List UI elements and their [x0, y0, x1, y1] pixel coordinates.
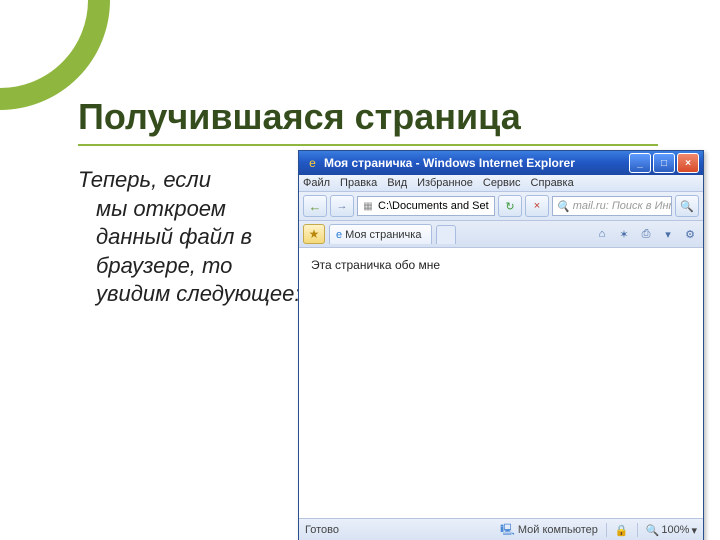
computer-icon: 🖳: [500, 521, 515, 540]
forward-button[interactable]: →: [330, 195, 354, 217]
slide-body: Теперь, если мы откроем данный файл в бр…: [78, 166, 308, 309]
address-text: C:\Documents and Set: [378, 200, 489, 212]
close-button[interactable]: ×: [677, 153, 699, 173]
refresh-button[interactable]: ↻: [498, 195, 522, 217]
body-rest: мы откроем данный файл в браузере, то ув…: [78, 195, 308, 309]
status-bar: Готово 🖳 Мой компьютер 🔒 🔍 100% ▾: [299, 519, 703, 540]
tab-page-icon: e: [336, 229, 342, 241]
menu-file[interactable]: Файл: [303, 177, 330, 189]
security-zone[interactable]: 🖳 Мой компьютер: [500, 521, 598, 540]
print-icon[interactable]: ⎙: [637, 226, 655, 242]
page-content: Эта страничка обо мне: [299, 248, 703, 519]
slide: Получившаяся страница Теперь, если мы от…: [0, 0, 720, 540]
maximize-button[interactable]: □: [653, 153, 675, 173]
tab-bar: ★ e Моя страничка ⌂ ✶ ⎙ ▾ ⚙: [299, 221, 703, 248]
menu-view[interactable]: Вид: [387, 177, 407, 189]
window-buttons: _ □ ×: [629, 153, 699, 173]
browser-window: e Моя страничка - Windows Internet Explo…: [298, 150, 704, 540]
menu-edit[interactable]: Правка: [340, 177, 377, 189]
protected-mode-icon: 🔒: [615, 524, 629, 537]
status-ready: Готово: [305, 524, 339, 536]
back-button[interactable]: ←: [303, 195, 327, 217]
body-line1: Теперь, если: [78, 167, 211, 192]
menu-bar: Файл Правка Вид Избранное Сервис Справка: [299, 175, 703, 192]
tab-title: Моя страничка: [345, 229, 421, 241]
status-sep: [606, 523, 607, 537]
window-title: Моя страничка - Windows Internet Explore…: [324, 156, 629, 170]
menu-favorites[interactable]: Избранное: [417, 177, 473, 189]
favorites-button[interactable]: ★: [303, 224, 325, 244]
zone-text: Мой компьютер: [518, 524, 598, 536]
zoom-dropdown-icon: ▾: [691, 524, 697, 537]
status-sep2: [637, 523, 638, 537]
zoom-value: 100%: [661, 524, 689, 536]
titlebar[interactable]: e Моя страничка - Windows Internet Explo…: [299, 151, 703, 175]
tab-active[interactable]: e Моя страничка: [329, 224, 432, 244]
title-underline: [78, 144, 658, 146]
page-menu-icon[interactable]: ▾: [659, 226, 677, 242]
feeds-icon[interactable]: ✶: [615, 226, 633, 242]
toolbar: ← → ▦ C:\Documents and Set ↻ × 🔍 mail.ru…: [299, 192, 703, 221]
menu-help[interactable]: Справка: [531, 177, 574, 189]
slide-title: Получившаяся страница: [78, 96, 521, 138]
page-text: Эта страничка обо мне: [311, 258, 440, 272]
search-box[interactable]: 🔍 mail.ru: Поиск в Интернете: [552, 196, 672, 216]
zoom-icon: 🔍: [646, 524, 660, 537]
search-placeholder: mail.ru: Поиск в Интернете: [573, 200, 672, 212]
decor-arc: [0, 0, 110, 110]
address-bar[interactable]: ▦ C:\Documents and Set: [357, 196, 495, 216]
search-go-button[interactable]: 🔍: [675, 195, 699, 217]
page-icon: ▦: [361, 199, 375, 213]
new-tab-button[interactable]: [436, 225, 456, 244]
ie-logo-icon: e: [305, 156, 320, 171]
home-icon[interactable]: ⌂: [593, 226, 611, 242]
tools-menu-icon[interactable]: ⚙: [681, 226, 699, 242]
minimize-button[interactable]: _: [629, 153, 651, 173]
search-provider-icon: 🔍: [556, 199, 570, 213]
menu-tools[interactable]: Сервис: [483, 177, 521, 189]
zoom-control[interactable]: 🔍 100% ▾: [646, 524, 697, 537]
stop-button[interactable]: ×: [525, 195, 549, 217]
